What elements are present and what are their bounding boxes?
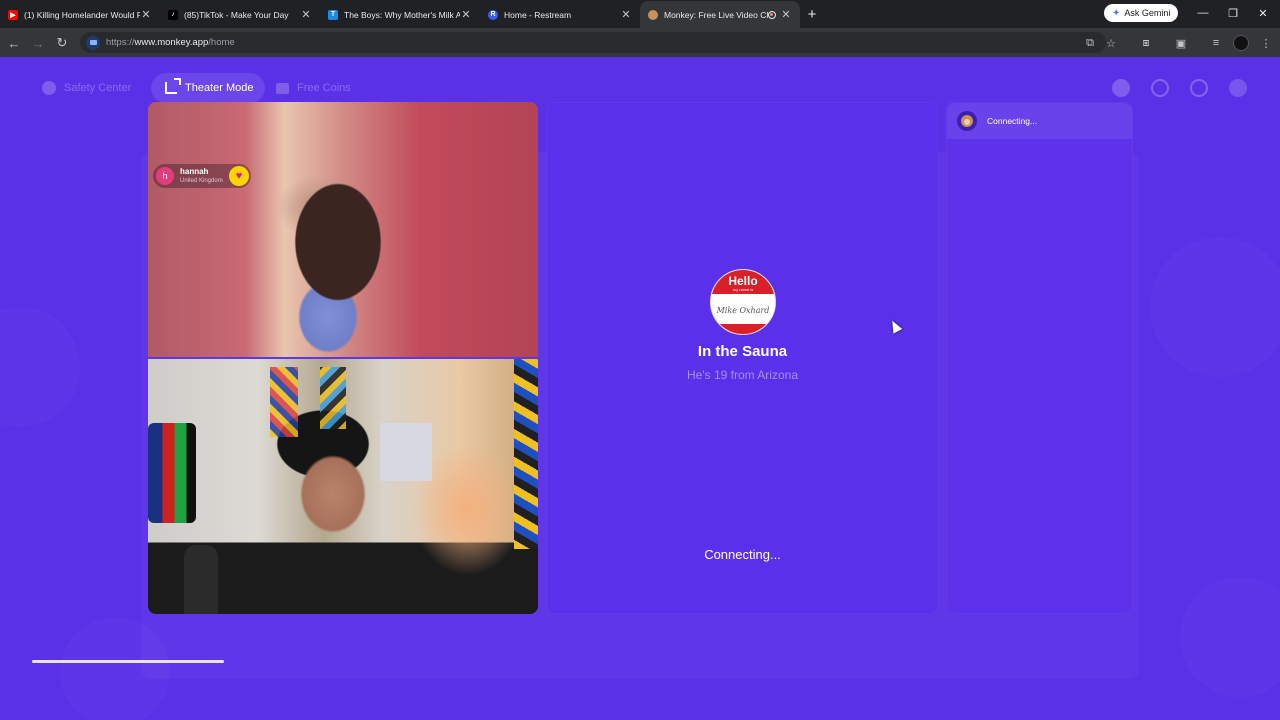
badge-name: Mike Oxhard: [716, 306, 770, 315]
monkey-icon: [648, 9, 658, 20]
close-tab-icon[interactable]: ✕: [140, 8, 152, 21]
safety-center-label: Safety Center: [64, 82, 132, 94]
close-tab-icon[interactable]: ✕: [620, 8, 632, 21]
close-tab-icon[interactable]: ✕: [780, 8, 792, 21]
room-subtitle: He's 19 from Arizona: [686, 368, 798, 382]
wall-art: [514, 359, 538, 549]
chat-panel: Connecting...: [946, 102, 1133, 614]
free-coins-label: Free Coins: [297, 82, 351, 94]
close-tab-icon[interactable]: ✕: [300, 8, 312, 21]
wall-poster: [380, 423, 432, 481]
browser-tab-5-active[interactable]: Monkey: Free Live Video Ch ✕: [640, 1, 800, 28]
wall-poster: [270, 367, 298, 437]
horizontal-scrollbar[interactable]: [32, 660, 224, 663]
tv-icon: T: [328, 9, 338, 20]
avatar: h: [156, 167, 174, 185]
connecting-status: Connecting...: [704, 547, 781, 562]
tab-strip: ▶ (1) Killing Homelander Would F ✕ ♪ (85…: [0, 0, 1280, 28]
forward-arrow-icon[interactable]: →: [28, 33, 48, 53]
history-clock-icon[interactable]: [1151, 79, 1169, 97]
browser-tab-1[interactable]: ▶ (1) Killing Homelander Would F ✕: [0, 1, 160, 28]
browser-toolbar: ← → ↻ https://www.monkey.app/home ⧉ ☆ ⧆ …: [0, 28, 1280, 57]
bookmark-star-icon[interactable]: ☆: [1101, 33, 1121, 53]
browser-tab-4[interactable]: R Home - Restream ✕: [480, 1, 640, 28]
chat-connection-row: Connecting...: [947, 103, 1132, 139]
close-window-icon[interactable]: ✕: [1248, 4, 1278, 22]
url-path: /home: [208, 37, 235, 48]
shield-icon: [42, 81, 56, 95]
safety-center-button[interactable]: Safety Center: [30, 73, 143, 103]
background-blob: [0, 307, 80, 427]
extensions-icon[interactable]: ⧆: [1136, 33, 1156, 53]
browser-tab-2[interactable]: ♪ (85)TikTok - Make Your Day ✕: [160, 1, 320, 28]
install-app-icon[interactable]: ⧉: [1080, 33, 1100, 53]
url-host: www.monkey.app: [134, 37, 209, 48]
restore-icon[interactable]: ❐: [1218, 4, 1248, 22]
coins-icon[interactable]: [1112, 79, 1130, 97]
restream-icon: R: [488, 9, 498, 20]
room-title: In the Sauna: [697, 343, 788, 360]
address-bar[interactable]: https://www.monkey.app/home: [80, 32, 1106, 53]
ask-gemini-button[interactable]: ✦ Ask Gemini: [1104, 4, 1179, 22]
close-tab-icon[interactable]: ✕: [460, 8, 472, 21]
reload-icon[interactable]: ↻: [52, 33, 72, 53]
gift-icon: [276, 82, 289, 94]
background-blob: [1180, 577, 1280, 697]
remote-user-tag[interactable]: h hannah United Kingdom ♥: [153, 164, 251, 188]
badge-hello: Hello: [728, 274, 758, 288]
free-coins-button[interactable]: Free Coins: [264, 73, 363, 103]
tiktok-icon: ♪: [168, 9, 178, 20]
theater-mode-button[interactable]: Theater Mode: [151, 73, 266, 103]
new-tab-button[interactable]: +: [800, 1, 824, 28]
youtube-icon: ▶: [8, 9, 18, 20]
tab-title: Monkey: Free Live Video Ch: [664, 9, 768, 20]
recording-icon: [768, 10, 776, 19]
remote-user-country: United Kingdom: [180, 178, 223, 184]
local-video: [148, 359, 538, 614]
ask-gemini-label: Ask Gemini: [1124, 8, 1171, 18]
expand-icon: [165, 78, 181, 94]
browser-tab-3[interactable]: T The Boys: Why Mother's Milk A ✕: [320, 1, 480, 28]
tab-title: (85)TikTok - Make Your Day: [184, 9, 289, 20]
side-panel-icon[interactable]: ▣: [1171, 33, 1191, 53]
tab-title: The Boys: Why Mother's Milk A: [344, 9, 460, 20]
chat-connecting-status: Connecting...: [987, 116, 1038, 126]
tab-title: (1) Killing Homelander Would F: [24, 9, 140, 20]
site-camera-icon[interactable]: [86, 35, 100, 50]
menu-kebab-icon[interactable]: ⋮: [1256, 33, 1276, 53]
sparkle-icon: ✦: [1112, 7, 1121, 19]
monkey-avatar-icon: [957, 111, 977, 131]
remote-video: [148, 102, 538, 357]
heart-icon[interactable]: ♥: [229, 166, 249, 186]
tab-title: Home - Restream: [504, 9, 572, 20]
match-info-panel: Hello my name is Mike Oxhard In the Saun…: [547, 102, 938, 614]
url-scheme: https://: [106, 37, 135, 48]
chat-icon[interactable]: [1190, 79, 1208, 97]
name-tag-badge: Hello my name is Mike Oxhard: [710, 269, 776, 335]
media-control-icon[interactable]: ≡: [1206, 33, 1226, 53]
profile-monkey-icon[interactable]: [1229, 79, 1247, 97]
wall-poster: [320, 367, 346, 429]
badge-my-name-is: my name is: [732, 287, 754, 292]
remote-user-name: hannah: [180, 167, 209, 176]
background-blob: [1150, 237, 1280, 377]
microphone: [184, 545, 218, 614]
profile-avatar[interactable]: [1233, 35, 1249, 51]
theater-mode-label: Theater Mode: [185, 82, 254, 94]
back-arrow-icon[interactable]: ←: [4, 33, 24, 53]
minimize-icon[interactable]: —: [1188, 4, 1218, 22]
hanging-clothes: [148, 423, 196, 523]
